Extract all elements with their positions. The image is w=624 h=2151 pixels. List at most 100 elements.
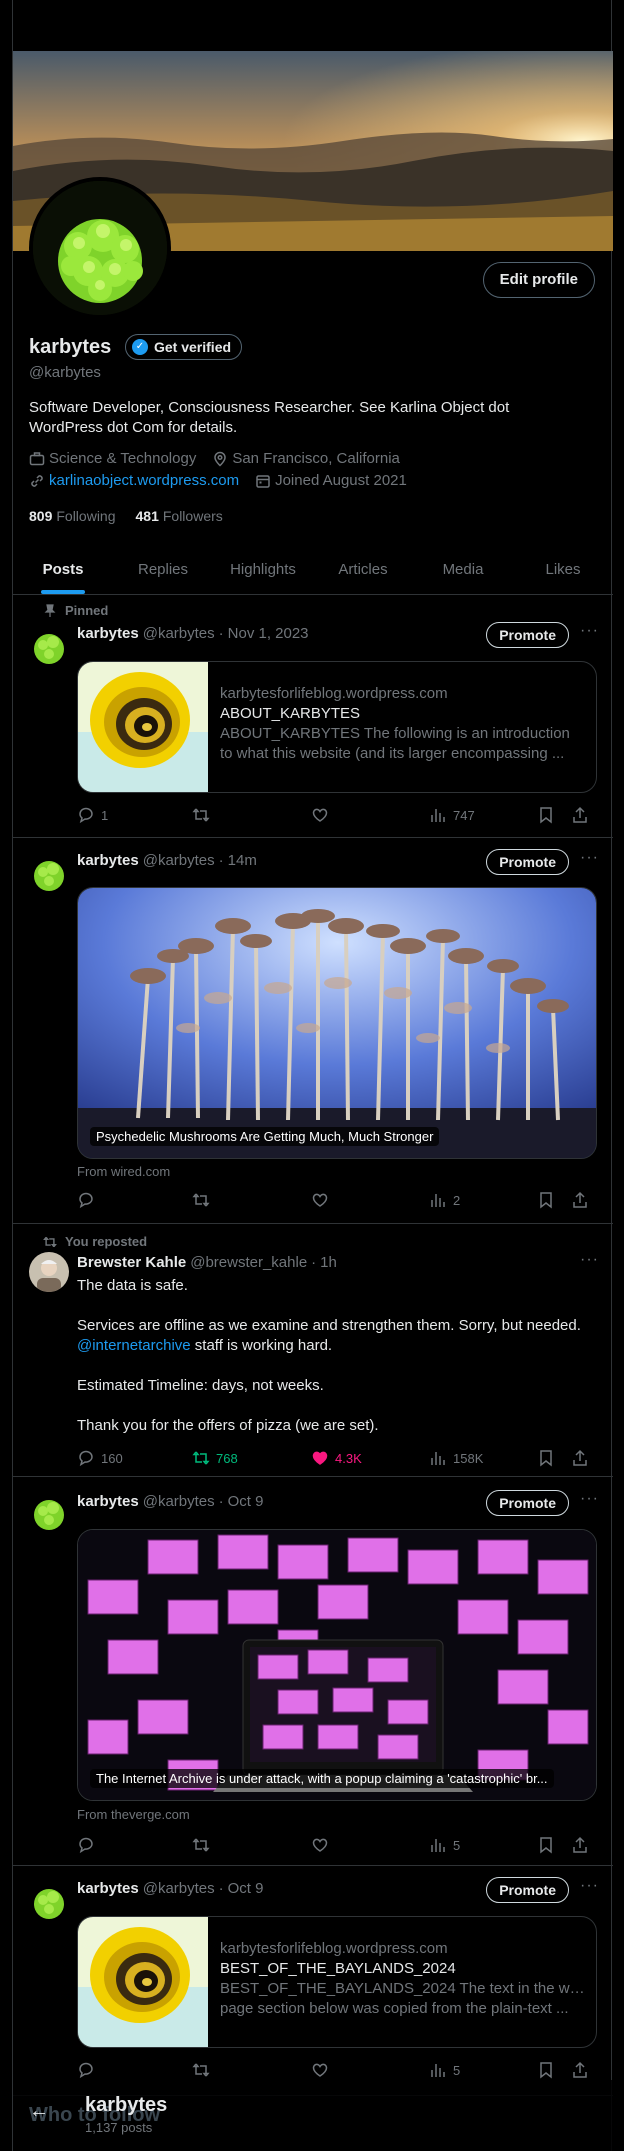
repost-icon xyxy=(192,808,210,822)
card-description-2: page section below was copied from the p… xyxy=(220,2000,569,2017)
link-card-media[interactable]: The Internet Archive is under attack, wi… xyxy=(77,1529,597,1801)
avatar[interactable] xyxy=(29,627,69,667)
post-author-handle[interactable]: @karbytes xyxy=(143,1493,215,1510)
post-item[interactable]: Pinned karbytes @karbytes · Nov 1, 2023 … xyxy=(13,595,613,838)
reply-button[interactable] xyxy=(77,2060,95,2080)
bookmark-button[interactable] xyxy=(537,805,555,825)
post-author-handle[interactable]: @brewster_kahle xyxy=(190,1254,307,1271)
post-actions: 2 xyxy=(77,1190,597,1210)
get-verified-button[interactable]: ✓ Get verified xyxy=(125,334,243,360)
repost-button[interactable]: 768 xyxy=(192,1448,238,1468)
post-author-name[interactable]: karbytes xyxy=(77,852,139,869)
post-time[interactable]: 14m xyxy=(228,852,257,869)
link-card[interactable]: karbytesforlifeblog.wordpress.com BEST_O… xyxy=(77,1916,597,2048)
more-options-icon[interactable]: ··· xyxy=(580,622,599,640)
post-author-name[interactable]: karbytes xyxy=(77,1493,139,1510)
profile-name: karbytes xyxy=(29,336,112,358)
share-button[interactable] xyxy=(571,1835,589,1855)
more-options-icon[interactable]: ··· xyxy=(580,1251,599,1269)
edit-profile-button[interactable]: Edit profile xyxy=(482,262,595,298)
link-card-media[interactable]: Psychedelic Mushrooms Are Getting Much, … xyxy=(77,887,597,1159)
tab-highlights[interactable]: Highlights xyxy=(213,545,313,594)
profile-handle: @karbytes xyxy=(29,364,101,381)
reply-button[interactable]: 160 xyxy=(77,1448,123,1468)
bookmark-icon xyxy=(540,2062,552,2079)
profile-column: Edit profile karbytes ✓ Get verified @ka… xyxy=(12,0,613,2151)
post-item[interactable]: You reposted Brewster Kahle @brewster_ka… xyxy=(13,1224,613,1477)
more-options-icon[interactable]: ··· xyxy=(580,1877,599,1895)
followers-link[interactable]: 481 Followers xyxy=(136,508,223,524)
reply-icon xyxy=(79,1450,93,1467)
source-domain[interactable]: From wired.com xyxy=(77,1164,170,1179)
more-options-icon[interactable]: ··· xyxy=(580,1490,599,1508)
bookmark-button[interactable] xyxy=(537,1835,555,1855)
post-author-name[interactable]: karbytes xyxy=(77,1880,139,1897)
post-author-handle[interactable]: @karbytes xyxy=(143,625,215,642)
share-button[interactable] xyxy=(571,805,589,825)
post-time[interactable]: 1h xyxy=(320,1254,337,1271)
post-item[interactable]: karbytes @karbytes · Oct 9 Promote ··· xyxy=(13,1866,613,2096)
following-link[interactable]: 809 Following xyxy=(29,508,116,524)
like-button[interactable] xyxy=(311,1835,329,1855)
post-author-name[interactable]: karbytes xyxy=(77,625,139,642)
post-item[interactable]: karbytes @karbytes · 14m Promote ··· Psy… xyxy=(13,838,613,1224)
profile-avatar[interactable] xyxy=(29,177,171,319)
heart-icon xyxy=(312,1838,328,1852)
views-button[interactable]: 158K xyxy=(429,1448,483,1468)
location-pin-icon xyxy=(214,451,227,467)
get-verified-label: Get verified xyxy=(154,339,232,355)
repost-icon xyxy=(192,1838,210,1852)
tab-likes[interactable]: Likes xyxy=(513,545,613,594)
repost-button[interactable] xyxy=(192,805,210,825)
more-options-icon[interactable]: ··· xyxy=(580,849,599,867)
bookmark-button[interactable] xyxy=(537,2060,555,2080)
post-author-name[interactable]: Brewster Kahle xyxy=(77,1254,186,1271)
avatar[interactable] xyxy=(29,1882,69,1922)
reply-button[interactable] xyxy=(77,1190,95,1210)
avatar[interactable] xyxy=(29,1493,69,1533)
promote-button[interactable]: Promote xyxy=(486,622,569,648)
avatar[interactable] xyxy=(29,1252,69,1292)
post-author-handle[interactable]: @karbytes xyxy=(143,1880,215,1897)
source-domain[interactable]: From theverge.com xyxy=(77,1807,190,1822)
repost-button[interactable] xyxy=(192,2060,210,2080)
post-time[interactable]: Oct 9 xyxy=(228,1880,264,1897)
post-author-handle[interactable]: @karbytes xyxy=(143,852,215,869)
views-icon xyxy=(431,1839,445,1852)
heart-icon xyxy=(312,1193,328,1207)
views-button[interactable]: 5 xyxy=(429,1835,460,1855)
post-actions: 1 747 xyxy=(77,805,597,825)
post-item[interactable]: karbytes @karbytes · Oct 9 Promote ··· xyxy=(13,1477,613,1866)
tab-media[interactable]: Media xyxy=(413,545,513,594)
promote-button[interactable]: Promote xyxy=(486,1877,569,1903)
promote-button[interactable]: Promote xyxy=(486,849,569,875)
promote-button[interactable]: Promote xyxy=(486,1490,569,1516)
avatar[interactable] xyxy=(29,854,69,894)
profile-website[interactable]: karlinaobject.wordpress.com xyxy=(29,472,239,489)
tab-replies[interactable]: Replies xyxy=(113,545,213,594)
reply-button[interactable]: 1 xyxy=(77,805,108,825)
views-button[interactable]: 2 xyxy=(429,1190,460,1210)
like-button[interactable] xyxy=(311,805,329,825)
share-button[interactable] xyxy=(571,1190,589,1210)
post-time[interactable]: Nov 1, 2023 xyxy=(228,625,309,642)
like-button[interactable] xyxy=(311,2060,329,2080)
like-button[interactable] xyxy=(311,1190,329,1210)
views-button[interactable]: 5 xyxy=(429,2060,460,2080)
share-button[interactable] xyxy=(571,2060,589,2080)
reply-button[interactable] xyxy=(77,1835,95,1855)
mention-link[interactable]: @internetarchive xyxy=(77,1337,191,1354)
like-button[interactable]: 4.3K xyxy=(311,1448,362,1468)
profile-meta-row-2: karlinaobject.wordpress.com Joined Augus… xyxy=(29,472,407,489)
back-arrow-icon[interactable]: ← xyxy=(29,2100,49,2123)
link-card[interactable]: karbytesforlifeblog.wordpress.com ABOUT_… xyxy=(77,661,597,793)
share-button[interactable] xyxy=(571,1448,589,1468)
bookmark-button[interactable] xyxy=(537,1448,555,1468)
post-time[interactable]: Oct 9 xyxy=(228,1493,264,1510)
tab-posts[interactable]: Posts xyxy=(13,545,113,594)
repost-button[interactable] xyxy=(192,1835,210,1855)
views-button[interactable]: 747 xyxy=(429,805,475,825)
tab-articles[interactable]: Articles xyxy=(313,545,413,594)
repost-button[interactable] xyxy=(192,1190,210,1210)
bookmark-button[interactable] xyxy=(537,1190,555,1210)
